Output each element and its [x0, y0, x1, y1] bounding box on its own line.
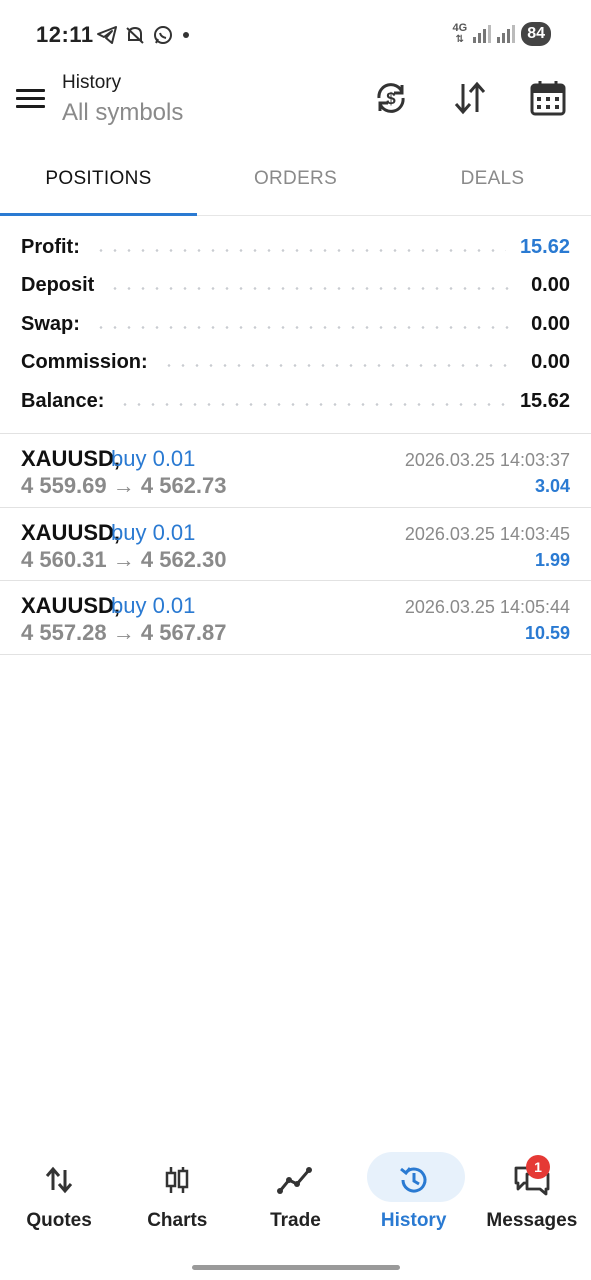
tab-positions[interactable]: POSITIONS [0, 150, 197, 216]
position-profit: 10.59 [524, 623, 570, 643]
position-side: buy 0.01 [111, 593, 196, 618]
status-bar: 12:11 4G ⇅ 84 [0, 0, 591, 70]
position-prices: 4 557.28 → 4 567.87 [21, 620, 227, 645]
position-symbol: XAUUSD, [21, 446, 121, 471]
position-prices: 4 560.31 → 4 562.30 [21, 546, 227, 572]
status-notification-icons [96, 24, 192, 52]
summary-row-balance: Balance: 15.62 [0, 382, 591, 421]
summary-value: 0.00 [531, 312, 570, 335]
svg-text:$: $ [386, 89, 396, 108]
position-symbol: XAUUSD, [21, 593, 121, 618]
quotes-arrows-icon [39, 1160, 79, 1200]
summary-value: 0.00 [531, 351, 570, 374]
position-prices: 4 559.69 → 4 562.73 [21, 473, 227, 498]
summary-row-swap: Swap: 0.00 [0, 305, 591, 344]
notification-muted-icon [124, 24, 146, 52]
network-type: 4G ⇅ [452, 22, 468, 46]
summary-value: 0.00 [531, 274, 570, 297]
sort-button[interactable] [448, 78, 492, 122]
calendar-button[interactable] [526, 78, 570, 122]
summary-label: Commission: [21, 351, 148, 374]
nav-label: Charts [147, 1210, 208, 1231]
whatsapp-icon [152, 24, 174, 52]
currency-refresh-button[interactable]: $ [369, 78, 413, 122]
dot-icon [180, 24, 192, 52]
position-row[interactable]: XAUUSD, buy 0.01 4 560.31 → 4 562.30 202… [0, 508, 591, 581]
status-time: 12:11 [36, 22, 94, 47]
menu-button[interactable] [16, 84, 48, 114]
nav-label: Messages [486, 1210, 578, 1231]
nav-label: Trade [270, 1210, 321, 1231]
position-time: 2026.03.25 14:03:45 [404, 523, 570, 544]
nav-quotes[interactable]: Quotes [0, 1150, 118, 1245]
nav-charts[interactable]: Charts [118, 1150, 236, 1245]
messages-badge: 1 [526, 1155, 550, 1179]
app-bar: History All symbols $ [0, 70, 591, 140]
menu-icon-line [16, 105, 45, 108]
nav-label: History [380, 1210, 447, 1231]
summary-row-deposit: Deposit 0.00 [0, 267, 591, 306]
page-title: History [62, 72, 122, 93]
candlestick-icon [157, 1160, 197, 1200]
summary-row-profit: Profit: 15.62 [0, 228, 591, 267]
account-summary: Profit: 15.62 Deposit 0.00 Swap: 0.00 Co… [0, 228, 591, 421]
position-symbol: XAUUSD, [21, 519, 121, 545]
summary-value: 15.62 [519, 235, 570, 258]
signal-icon [473, 25, 492, 43]
tab-orders[interactable]: ORDERS [197, 150, 394, 215]
dotted-leader [118, 402, 506, 406]
dotted-leader [93, 248, 506, 252]
calendar-icon [528, 78, 568, 123]
position-profit: 1.99 [534, 549, 570, 570]
position-side: buy 0.01 [111, 519, 196, 545]
position-time: 2026.03.25 14:05:44 [404, 597, 570, 617]
status-system-icons: 4G ⇅ 84 [453, 22, 551, 46]
telegram-icon [96, 24, 118, 52]
currency-refresh-icon: $ [371, 78, 411, 123]
summary-label: Profit: [21, 235, 80, 258]
summary-value: 15.62 [519, 389, 570, 412]
sort-icon [450, 78, 490, 123]
symbol-filter[interactable]: All symbols [62, 99, 183, 127]
history-tabs: POSITIONS ORDERS DEALS [0, 150, 591, 216]
summary-label: Balance: [21, 389, 105, 412]
summary-label: Deposit [21, 274, 95, 297]
history-clock-icon [394, 1160, 434, 1200]
summary-row-commission: Commission: 0.00 [0, 344, 591, 383]
position-row[interactable]: XAUUSD, buy 0.01 4 559.69 → 4 562.73 202… [0, 434, 591, 508]
menu-icon-line [16, 89, 45, 92]
tab-deals[interactable]: DEALS [394, 150, 591, 215]
positions-list: XAUUSD, buy 0.01 4 559.69 → 4 562.73 202… [0, 434, 591, 655]
nav-label: Quotes [26, 1210, 92, 1231]
trend-line-icon [275, 1160, 315, 1200]
nav-trade[interactable]: Trade [236, 1150, 354, 1245]
home-indicator[interactable] [192, 1265, 400, 1270]
dotted-leader [108, 287, 518, 291]
dotted-leader [93, 325, 518, 329]
bottom-navigation: Quotes Charts Trade History Messages [0, 1150, 591, 1245]
position-row[interactable]: XAUUSD, buy 0.01 4 557.28 → 4 567.87 202… [0, 581, 591, 655]
menu-icon-line [16, 97, 45, 100]
position-time: 2026.03.25 14:03:37 [404, 450, 570, 470]
position-side: buy 0.01 [111, 446, 196, 471]
nav-history[interactable]: History [355, 1150, 473, 1245]
dotted-leader [161, 364, 518, 368]
summary-label: Swap: [21, 312, 80, 335]
position-profit: 3.04 [534, 476, 570, 496]
signal-icon-2 [497, 25, 516, 43]
battery-indicator: 84 [521, 22, 551, 46]
